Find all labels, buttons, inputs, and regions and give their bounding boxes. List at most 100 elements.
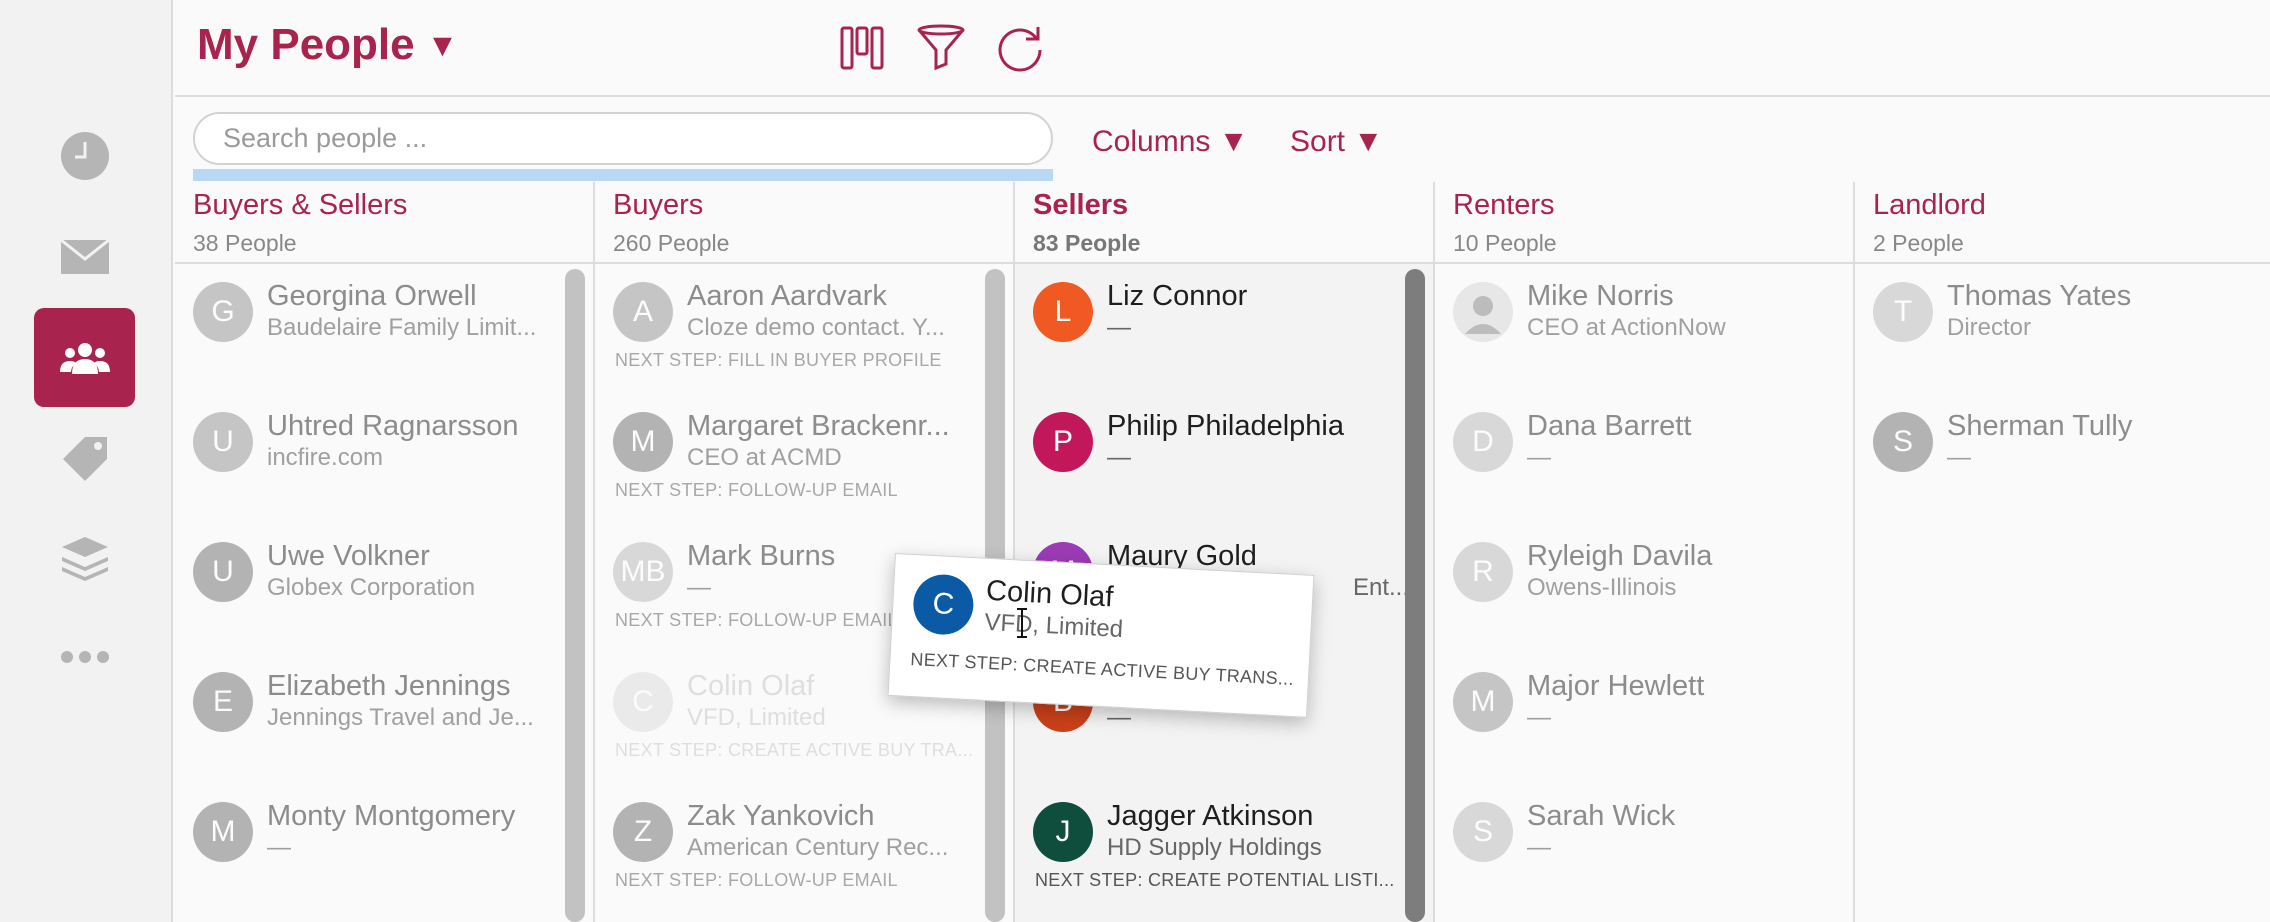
dragged-card[interactable]: C Colin Olaf VFD, Limited NEXT STEP: CRE…: [887, 553, 1315, 718]
person-card[interactable]: Mike Norris CEO at ActionNow: [1435, 264, 1853, 394]
person-card[interactable]: J Jagger Atkinson HD Supply Holdings NEXT S…: [1015, 784, 1433, 914]
person-name: Liz Connor: [1107, 280, 1248, 312]
person-card[interactable]: A Aaron Aardvark Cloze demo contact. Y... N…: [595, 264, 1013, 394]
column-header-sellers[interactable]: Sellers 83 People: [1015, 182, 1433, 264]
person-card[interactable]: E Elizabeth Jennings Jennings Travel and J…: [175, 654, 593, 784]
columns-button[interactable]: Columns ▼: [1092, 125, 1248, 159]
avatar: L: [1033, 282, 1093, 342]
sidebar-item-people[interactable]: [34, 308, 135, 407]
avatar: E: [193, 672, 253, 732]
person-card[interactable]: L Liz Connor —: [1015, 264, 1433, 394]
avatar: C: [613, 672, 673, 732]
scrollbar-sellers[interactable]: [1405, 269, 1425, 922]
person-name: Georgina Orwell: [267, 280, 477, 312]
person-company: —: [1527, 704, 1551, 731]
person-card[interactable]: T Thomas Yates Director: [1855, 264, 2270, 394]
person-card[interactable]: M Major Hewlett —: [1435, 654, 1853, 784]
next-step: NEXT STEP: CREATE POTENTIAL LISTI...: [1035, 870, 1395, 890]
avatar: A: [613, 282, 673, 342]
person-name: Colin Olaf: [687, 670, 815, 702]
filter-button[interactable]: [915, 22, 967, 74]
person-company: —: [1107, 314, 1131, 341]
person-card[interactable]: S Sarah Wick —: [1435, 784, 1853, 914]
person-card[interactable]: M Margaret Brackenr... CEO at ACMD NEXT STE…: [595, 394, 1013, 524]
scrollbar-buyers-sellers[interactable]: [565, 269, 585, 922]
avatar: S: [1873, 412, 1933, 472]
column-title: Buyers: [613, 189, 704, 221]
person-name: Mark Burns: [687, 540, 836, 572]
person-card[interactable]: Z Zak Yankovich American Century Rec... NEX…: [595, 784, 1013, 914]
person-company: American Century Rec...: [687, 834, 949, 861]
person-card[interactable]: M Monty Montgomery —: [175, 784, 593, 914]
person-name: Elizabeth Jennings: [267, 670, 511, 702]
avatar: [1453, 282, 1513, 342]
person-name: Sarah Wick: [1527, 800, 1676, 832]
chevron-down-icon: ▼: [426, 26, 459, 63]
person-name: Ryleigh Davila: [1527, 540, 1713, 572]
person-card[interactable]: R Ryleigh Davila Owens-Illinois: [1435, 524, 1853, 654]
avatar: D: [1453, 412, 1513, 472]
refresh-button[interactable]: [994, 22, 1046, 74]
view-selector[interactable]: My People ▼: [197, 20, 458, 70]
person-company: —: [1527, 834, 1551, 861]
person-company: —: [1527, 444, 1551, 471]
column-header-renters[interactable]: Renters 10 People: [1435, 182, 1853, 264]
person-name: Jagger Atkinson: [1107, 800, 1314, 832]
tag-icon: [62, 436, 107, 481]
sidebar-item-recent[interactable]: [34, 106, 135, 205]
person-company: Owens-Illinois: [1527, 574, 1677, 601]
avatar: U: [193, 412, 253, 472]
person-name: Zak Yankovich: [687, 800, 875, 832]
person-name: Major Hewlett: [1527, 670, 1705, 702]
header: My People ▼: [175, 0, 2270, 97]
person-name: Dana Barrett: [1527, 410, 1692, 442]
person-name: Colin Olaf: [985, 574, 1115, 614]
person-card[interactable]: G Georgina Orwell Baudelaire Family Limit.…: [175, 264, 593, 394]
person-card[interactable]: D Dana Barrett —: [1435, 394, 1853, 524]
avatar: Z: [613, 802, 673, 862]
next-step: NEXT STEP: CREATE ACTIVE BUY TRANS...: [909, 648, 1295, 690]
text-cursor-icon: [1017, 608, 1027, 638]
person-company: —: [687, 574, 711, 601]
person-name: Aaron Aardvark: [687, 280, 887, 312]
person-card[interactable]: P Philip Philadelphia —: [1015, 394, 1433, 524]
avatar: C: [911, 573, 975, 637]
person-company: —: [1947, 444, 1971, 471]
person-company: CEO at ActionNow: [1527, 314, 1726, 341]
column-count: 260 People: [613, 230, 730, 256]
column-header-buyers-sellers[interactable]: Buyers & Sellers 38 People: [175, 182, 593, 264]
person-card[interactable]: U Uwe Volkner Globex Corporation: [175, 524, 593, 654]
person-name: Sherman Tully: [1947, 410, 2133, 442]
clock-icon: [60, 131, 109, 180]
person-name: Margaret Brackenr...: [687, 410, 950, 442]
sidebar-item-tags[interactable]: [34, 409, 135, 508]
sidebar-item-mail[interactable]: [34, 207, 135, 306]
sidebar: [0, 0, 173, 922]
column-title: Renters: [1453, 189, 1555, 221]
avatar: M: [193, 802, 253, 862]
avatar: T: [1873, 282, 1933, 342]
column-header-landlord[interactable]: Landlord 2 People: [1855, 182, 2270, 264]
person-company: VFD, Limited: [983, 608, 1124, 644]
avatar: U: [193, 542, 253, 602]
search-highlight: [193, 169, 1053, 181]
person-company: Cloze demo contact. Y...: [687, 314, 945, 341]
avatar: MB: [613, 542, 673, 602]
person-company: VFD, Limited: [687, 704, 826, 731]
column-title: Buyers & Sellers: [193, 189, 408, 221]
column-header-buyers[interactable]: Buyers 260 People: [595, 182, 1013, 264]
sort-button[interactable]: Sort ▼: [1290, 125, 1383, 159]
column-count: 2 People: [1873, 230, 1964, 256]
person-card[interactable]: S Sherman Tully —: [1855, 394, 2270, 524]
next-step: NEXT STEP: FILL IN BUYER PROFILE: [615, 350, 942, 370]
person-name: Uhtred Ragnarsson: [267, 410, 519, 442]
column-count: 10 People: [1453, 230, 1557, 256]
person-card[interactable]: U Uhtred Ragnarsson incfire.com: [175, 394, 593, 524]
avatar: R: [1453, 542, 1513, 602]
search-input[interactable]: [193, 112, 1053, 165]
sidebar-item-more[interactable]: [34, 607, 135, 706]
board-view-button[interactable]: [836, 22, 888, 74]
column-count: 83 People: [1033, 230, 1141, 256]
sidebar-item-layers[interactable]: [34, 508, 135, 607]
column-cards-renters: Mike Norris CEO at ActionNow D Dana Barrett…: [1435, 264, 1853, 922]
